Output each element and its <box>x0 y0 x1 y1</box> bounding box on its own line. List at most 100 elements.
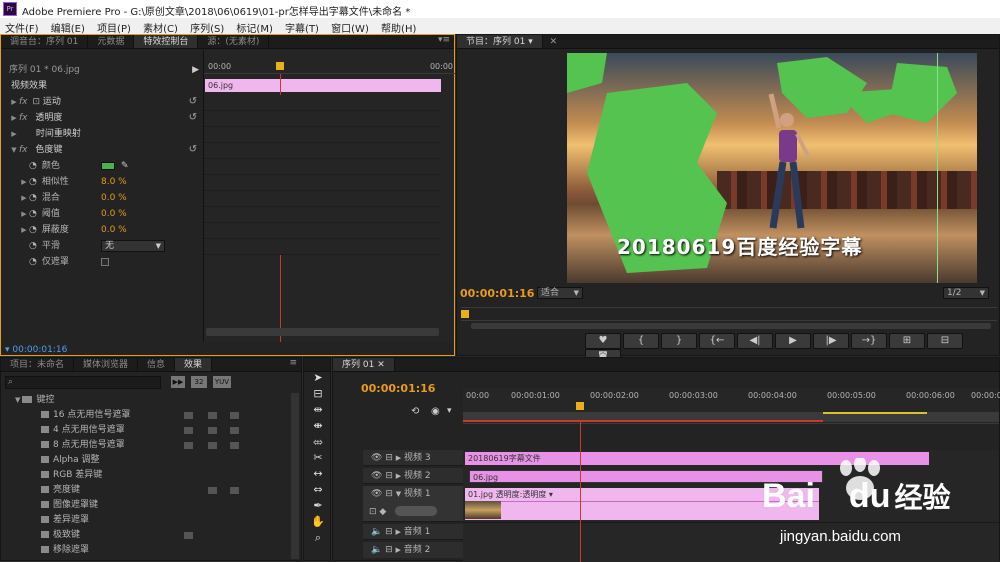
go-to-in-icon[interactable]: {← <box>699 333 735 349</box>
program-timecode[interactable]: 00:00:01:16 <box>460 287 534 300</box>
slide-tool-icon[interactable]: ⇔ <box>309 482 327 498</box>
pen-tool-icon[interactable]: ✒ <box>309 498 327 514</box>
expand-triangle-icon[interactable]: ▶ <box>19 190 29 206</box>
list-item[interactable]: 移除遮罩 <box>39 543 301 558</box>
add-marker-icon[interactable]: ♥ <box>585 333 621 349</box>
expand-triangle-icon[interactable]: ▶ <box>19 174 29 190</box>
list-item[interactable]: 16 点无用信号遮罩 <box>39 408 301 423</box>
tab-audio-mixer[interactable]: 调音台：序列 01 <box>1 35 89 48</box>
ec-clip-bar[interactable]: 06.jpg <box>205 79 441 92</box>
stopwatch-icon[interactable]: ◔ <box>29 257 37 267</box>
collapse-triangle-icon[interactable]: ▼ <box>15 396 20 404</box>
ripple-edit-tool-icon[interactable]: ⇹ <box>309 402 327 418</box>
reset-icon[interactable]: ↺ <box>189 142 197 158</box>
eye-icon[interactable]: 👁 <box>371 489 382 499</box>
tab-metadata[interactable]: 元数据 <box>88 35 135 48</box>
ec-playhead-handle-icon[interactable] <box>276 62 284 70</box>
list-item[interactable]: 4 点无用信号遮罩 <box>39 423 301 438</box>
expand-triangle-icon[interactable]: ▶ <box>396 528 401 536</box>
rate-stretch-tool-icon[interactable]: ⤄ <box>309 434 327 450</box>
menu-marker[interactable]: 标记(M) <box>231 18 276 35</box>
program-video-frame[interactable]: 20180619百度经验字幕 <box>567 53 977 283</box>
list-item[interactable]: 极致键 <box>39 528 301 543</box>
ec-ruler[interactable]: 00:00 00:00 <box>204 60 455 74</box>
reset-icon[interactable]: ↺ <box>189 110 197 126</box>
razor-tool-icon[interactable]: ✂ <box>309 450 327 466</box>
play-icon[interactable]: ▶ <box>775 333 811 349</box>
fit-select[interactable]: 适合 ▼ <box>537 287 583 299</box>
track-header-audio-1[interactable]: 🔈 ⊟ ▶ 音频 1 <box>363 524 463 540</box>
extract-icon[interactable]: ⊟ <box>927 333 963 349</box>
display-style-icon[interactable]: ⊡ <box>369 507 377 517</box>
close-icon[interactable]: ✕ <box>550 37 558 47</box>
effect-row-motion[interactable]: ▶ fx ⊡ 运动 ↺ <box>9 94 203 110</box>
keyframe-nav[interactable] <box>395 506 437 516</box>
tab-source[interactable]: 源：(无素材) <box>198 35 270 48</box>
smoothing-select[interactable]: 无 ▼ <box>101 240 165 252</box>
blend-value[interactable]: 0.0 % <box>101 190 127 206</box>
expand-triangle-icon[interactable]: ▶ <box>396 546 401 554</box>
tab-effects[interactable]: 效果 <box>175 358 213 371</box>
threshold-value[interactable]: 0.0 % <box>101 206 127 222</box>
hand-tool-icon[interactable]: ✋ <box>309 514 327 530</box>
timeline-playhead-icon[interactable] <box>576 402 584 410</box>
mark-in-icon[interactable]: { <box>623 333 659 349</box>
keyframe-controls[interactable]: ⊡ ◆ <box>369 504 449 518</box>
tab-media-browser[interactable]: 媒体浏览器 <box>74 358 139 371</box>
sync-lock-icon[interactable]: ⊟ <box>385 453 393 463</box>
tab-sequence[interactable]: 序列 01 ✕ <box>333 358 395 371</box>
cutoff-value[interactable]: 0.0 % <box>101 222 127 238</box>
tab-effect-controls[interactable]: 特效控制台 <box>134 35 199 48</box>
expand-triangle-icon[interactable]: ▶ <box>19 222 29 238</box>
expand-triangle-icon[interactable]: ▶ <box>396 472 401 480</box>
folder-keying[interactable]: ▼ 键控 <box>15 393 301 408</box>
mark-out-icon[interactable]: } <box>661 333 697 349</box>
list-item[interactable]: Alpha 调整 <box>39 453 301 468</box>
step-back-icon[interactable]: ◀| <box>737 333 773 349</box>
key-color-swatch[interactable] <box>101 162 115 170</box>
close-icon[interactable]: ✕ <box>377 360 385 370</box>
sync-lock-icon[interactable]: ⊟ <box>385 489 393 499</box>
effect-row-opacity[interactable]: ▶ fx 透明度 ↺ <box>9 110 203 126</box>
zoom-tool-icon[interactable]: ⌕ <box>309 530 327 546</box>
filter-32-button[interactable]: 32 <box>191 376 207 388</box>
track-select-tool-icon[interactable]: ⊟ <box>309 386 327 402</box>
timeline-timecode[interactable]: 00:00:01:16 <box>361 382 435 395</box>
snap-icon[interactable]: ⟲ <box>411 406 419 417</box>
sync-lock-icon[interactable]: ⊟ <box>385 527 393 537</box>
slip-tool-icon[interactable]: ↔ <box>309 466 327 482</box>
eye-icon[interactable]: 👁 <box>371 471 382 481</box>
list-item[interactable]: RGB 差异键 <box>39 468 301 483</box>
panel-menu-icon[interactable]: ≡ <box>289 358 297 368</box>
eyedropper-icon[interactable]: ✎ <box>121 158 129 174</box>
header-arrow-icon[interactable]: ▶ <box>192 62 199 78</box>
program-scrub-bar[interactable] <box>461 307 997 321</box>
sync-lock-icon[interactable]: ⊟ <box>385 545 393 555</box>
timeline-ruler[interactable]: 00:00 00:00:01:00 00:00:02:00 00:00:03:0… <box>463 388 1000 424</box>
list-item[interactable]: 差异遮罩 <box>39 513 301 528</box>
stopwatch-icon[interactable]: ◔ <box>29 193 37 203</box>
eye-icon[interactable]: 👁 <box>371 453 382 463</box>
selection-tool-icon[interactable]: ➤ <box>309 370 327 386</box>
menu-file[interactable]: 文件(F) <box>0 18 43 35</box>
effect-row-time-remap[interactable]: ▶ 时间重映射 <box>9 126 203 142</box>
menu-help[interactable]: 帮助(H) <box>376 18 420 35</box>
effects-search-input[interactable]: ⌕ <box>5 376 161 389</box>
menu-window[interactable]: 窗口(W) <box>326 18 373 35</box>
panel-menu-icon[interactable]: ▾≡ <box>438 35 450 45</box>
tab-program[interactable]: 节目：序列 01 ▾ <box>457 35 543 48</box>
stopwatch-icon[interactable]: ◔ <box>29 161 37 171</box>
step-forward-icon[interactable]: |▶ <box>813 333 849 349</box>
expand-triangle-icon[interactable]: ▶ <box>19 206 29 222</box>
menu-title[interactable]: 字幕(T) <box>280 18 323 35</box>
track-header-audio-2[interactable]: 🔈 ⊟ ▶ 音频 2 <box>363 542 463 558</box>
stopwatch-icon[interactable]: ◔ <box>29 209 37 219</box>
track-header-video-2[interactable]: 👁 ⊟ ▶ 视频 2 <box>363 468 463 484</box>
stopwatch-icon[interactable]: ◔ <box>29 241 37 251</box>
filter-yuv-button[interactable]: YUV <box>213 376 231 388</box>
effect-row-chroma-key[interactable]: ▼ fx 色度键 ↺ <box>9 142 203 158</box>
reset-icon[interactable]: ↺ <box>189 94 197 110</box>
list-item[interactable]: 图像遮罩键 <box>39 498 301 513</box>
add-marker-small-icon[interactable]: ▾ <box>447 406 452 416</box>
expand-triangle-icon[interactable]: ▶ <box>9 126 19 142</box>
